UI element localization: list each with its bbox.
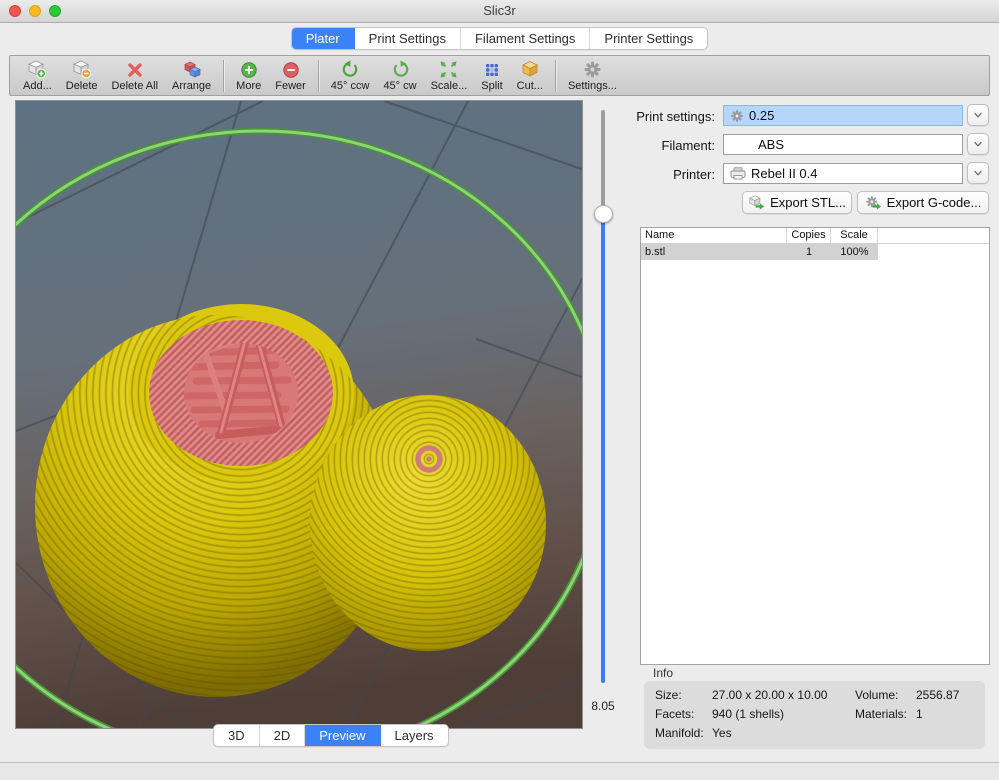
fewer-icon xyxy=(282,60,300,79)
window-bottom-strip xyxy=(0,763,999,780)
delete-icon xyxy=(72,60,92,79)
facets-value: 940 (1 shells) xyxy=(712,707,784,721)
toolbar: Add... Delete Delete All Arrange More xyxy=(9,55,990,96)
view-tab-layers[interactable]: Layers xyxy=(381,725,448,746)
3d-viewport[interactable] xyxy=(15,100,583,729)
print-settings-dropdown-button[interactable] xyxy=(967,104,989,126)
view-tab-strip: 3D 2D Preview Layers xyxy=(213,724,449,747)
cut-icon xyxy=(520,60,540,79)
size-value: 27.00 x 20.00 x 10.00 xyxy=(712,688,827,702)
view-tab-preview[interactable]: Preview xyxy=(305,725,380,746)
add-icon xyxy=(27,60,47,79)
toolbar-rotate-ccw-button[interactable]: 45° ccw xyxy=(331,60,370,92)
printer-value: Rebel II 0.4 xyxy=(751,166,818,181)
export-stl-button[interactable]: Export STL... xyxy=(742,191,852,214)
volume-label: Volume: xyxy=(855,688,898,702)
preview-scene xyxy=(16,101,582,728)
toolbar-rotate-cw-button[interactable]: 45° cw xyxy=(383,60,416,92)
materials-value: 1 xyxy=(916,707,923,721)
preset-gear-icon xyxy=(730,109,744,123)
zoom-window-button[interactable] xyxy=(49,5,61,17)
view-tabs: 3D 2D Preview Layers xyxy=(213,724,449,747)
view-tab-2d[interactable]: 2D xyxy=(260,725,306,746)
close-window-button[interactable] xyxy=(9,5,21,17)
slic3r-window: Slic3r Plater Print Settings Filament Se… xyxy=(0,0,999,780)
delete-all-icon xyxy=(126,60,144,79)
print-settings-combo[interactable]: 0.25 xyxy=(723,105,963,126)
toolbar-separator xyxy=(318,60,319,92)
manifold-value: Yes xyxy=(712,726,732,740)
settings-gear-icon xyxy=(583,60,602,79)
object-scale-cell: 100% xyxy=(831,244,878,260)
export-stl-icon xyxy=(748,195,765,211)
window-title: Slic3r xyxy=(0,0,999,22)
view-tab-3d[interactable]: 3D xyxy=(214,725,260,746)
info-box: Size: 27.00 x 20.00 x 10.00 Facets: 940 … xyxy=(644,681,985,749)
print-settings-value: 0.25 xyxy=(749,108,774,123)
main-tabs: Plater Print Settings Filament Settings … xyxy=(291,27,709,50)
column-header-scale[interactable]: Scale xyxy=(831,228,878,243)
tab-filament-settings[interactable]: Filament Settings xyxy=(461,28,590,49)
printer-icon xyxy=(730,167,746,180)
object-row-spacer xyxy=(878,244,989,260)
column-header-spacer xyxy=(878,228,989,243)
volume-value: 2556.87 xyxy=(916,688,959,702)
rotate-cw-icon xyxy=(391,60,410,79)
toolbar-scale-button[interactable]: Scale... xyxy=(431,60,468,92)
toolbar-add-button[interactable]: Add... xyxy=(23,60,52,92)
printer-dropdown-button[interactable] xyxy=(967,162,989,184)
layer-slider-thumb[interactable] xyxy=(594,205,613,223)
chevron-down-icon xyxy=(972,109,984,121)
arrange-icon xyxy=(182,60,202,79)
filament-combo[interactable]: ABS xyxy=(723,134,963,155)
toolbar-more-button[interactable]: More xyxy=(236,60,261,92)
facets-label: Facets: xyxy=(655,707,694,721)
tab-printer-settings[interactable]: Printer Settings xyxy=(590,28,707,49)
print-settings-label: Print settings: xyxy=(630,109,715,124)
tab-print-settings[interactable]: Print Settings xyxy=(355,28,461,49)
toolbar-separator xyxy=(555,60,556,92)
printer-label: Printer: xyxy=(630,167,715,182)
export-gcode-button[interactable]: Export G-code... xyxy=(857,191,989,214)
object-name-cell: b.stl xyxy=(641,244,787,260)
title-bar: Slic3r xyxy=(0,0,999,23)
printer-combo[interactable]: Rebel II 0.4 xyxy=(723,163,963,184)
toolbar-cut-button[interactable]: Cut... xyxy=(517,60,543,92)
rotate-ccw-icon xyxy=(341,60,360,79)
object-copies-cell: 1 xyxy=(787,244,831,260)
column-header-name[interactable]: Name xyxy=(641,228,787,243)
manifold-label: Manifold: xyxy=(655,726,704,740)
chevron-down-icon xyxy=(972,167,984,179)
toolbar-fewer-button[interactable]: Fewer xyxy=(275,60,306,92)
size-label: Size: xyxy=(655,688,682,702)
split-icon xyxy=(483,60,501,79)
toolbar-separator xyxy=(223,60,224,92)
layer-slider-track-lower[interactable] xyxy=(601,214,605,683)
chevron-down-icon xyxy=(972,138,984,150)
column-header-copies[interactable]: Copies xyxy=(787,228,831,243)
tab-plater[interactable]: Plater xyxy=(292,28,355,49)
more-icon xyxy=(240,60,258,79)
main-tab-strip: Plater Print Settings Filament Settings … xyxy=(0,23,999,54)
materials-label: Materials: xyxy=(855,707,907,721)
scale-icon xyxy=(439,60,458,79)
minimize-window-button[interactable] xyxy=(29,5,41,17)
object-list-header: Name Copies Scale xyxy=(641,228,989,244)
export-gcode-icon xyxy=(865,195,882,211)
filament-value: ABS xyxy=(724,137,784,152)
toolbar-delete-button[interactable]: Delete xyxy=(66,60,98,92)
toolbar-settings-button[interactable]: Settings... xyxy=(568,60,617,92)
filament-dropdown-button[interactable] xyxy=(967,133,989,155)
object-row-bstl[interactable]: b.stl 1 100% xyxy=(641,244,989,260)
layer-slider-value: 8.05 xyxy=(582,699,624,713)
layer-slider-track-upper[interactable] xyxy=(601,110,605,214)
info-section-title: Info xyxy=(653,666,673,680)
toolbar-arrange-button[interactable]: Arrange xyxy=(172,60,211,92)
filament-label: Filament: xyxy=(630,138,715,153)
toolbar-delete-all-button[interactable]: Delete All xyxy=(112,60,158,92)
toolbar-split-button[interactable]: Split xyxy=(481,60,502,92)
object-list: Name Copies Scale b.stl 1 100% xyxy=(640,227,990,665)
